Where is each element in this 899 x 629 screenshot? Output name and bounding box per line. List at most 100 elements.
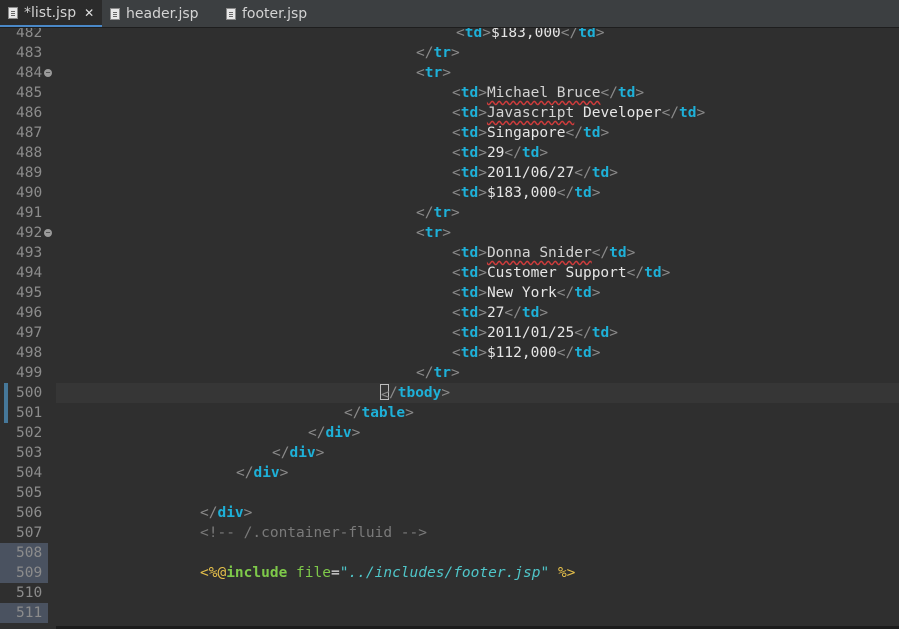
code-text[interactable]: <td>2011/01/25</td>	[56, 323, 899, 343]
code-line[interactable]: 493 <td>Donna Snider</td>	[0, 243, 899, 263]
code-line[interactable]: 506 </div>	[0, 503, 899, 523]
code-text[interactable]: </div>	[56, 503, 899, 523]
code-line[interactable]: 511	[0, 603, 899, 623]
line-number-gutter[interactable]: 482	[0, 28, 48, 43]
line-number-gutter[interactable]: 485	[0, 83, 48, 103]
line-number-gutter[interactable]: 490	[0, 183, 48, 203]
code-text[interactable]	[56, 483, 899, 503]
code-text[interactable]: <tr>	[56, 63, 899, 83]
code-text[interactable]: <tr>	[56, 223, 899, 243]
code-line[interactable]: 498 <td>$112,000</td>	[0, 343, 899, 363]
line-number-gutter[interactable]: 494	[0, 263, 48, 283]
code-line[interactable]: 492− <tr>	[0, 223, 899, 243]
code-text[interactable]: </div>	[56, 463, 899, 483]
line-number-gutter[interactable]: 488	[0, 143, 48, 163]
fold-toggle-icon[interactable]: −	[44, 69, 52, 77]
line-number-gutter[interactable]: 486	[0, 103, 48, 123]
line-number-gutter[interactable]: 487	[0, 123, 48, 143]
code-text[interactable]	[56, 603, 899, 623]
line-number-gutter[interactable]: 511	[0, 603, 48, 623]
code-line[interactable]: 488 <td>29</td>	[0, 143, 899, 163]
line-number-gutter[interactable]: 502	[0, 423, 48, 443]
code-line[interactable]: 502 </div>	[0, 423, 899, 443]
code-line[interactable]: 500 </tbody>	[0, 383, 899, 403]
code-line[interactable]: 483 </tr>	[0, 43, 899, 63]
code-line[interactable]: 507 <!-- /.container-fluid -->	[0, 523, 899, 543]
line-number-gutter[interactable]: 505	[0, 483, 48, 503]
line-number-gutter[interactable]: 500	[0, 383, 48, 403]
code-line[interactable]: 504 </div>	[0, 463, 899, 483]
code-line[interactable]: 486 <td>Javascript Developer</td>	[0, 103, 899, 123]
code-line[interactable]: 484− <tr>	[0, 63, 899, 83]
line-number-gutter[interactable]: 497	[0, 323, 48, 343]
code-text[interactable]: <%@include file="../includes/footer.jsp"…	[56, 563, 899, 583]
code-text[interactable]: </tbody>	[56, 383, 899, 403]
code-text[interactable]: <td>Donna Snider</td>	[56, 243, 899, 263]
line-number: 501	[16, 405, 43, 421]
code-text[interactable]	[56, 543, 899, 563]
code-text[interactable]: <!-- /.container-fluid -->	[56, 523, 899, 543]
line-number-gutter[interactable]: 501	[0, 403, 48, 423]
code-text[interactable]: </table>	[56, 403, 899, 423]
code-text[interactable]: </div>	[56, 423, 899, 443]
code-text[interactable]: <td>New York</td>	[56, 283, 899, 303]
code-text[interactable]: <td>Michael Bruce</td>	[56, 83, 899, 103]
code-line[interactable]: 510	[0, 583, 899, 603]
code-line[interactable]: 495 <td>New York</td>	[0, 283, 899, 303]
code-text[interactable]: <td>Singapore</td>	[56, 123, 899, 143]
code-line[interactable]: 485 <td>Michael Bruce</td>	[0, 83, 899, 103]
code-text[interactable]: </div>	[56, 443, 899, 463]
tab-footer-jsp[interactable]: footer.jsp	[218, 0, 328, 27]
code-line[interactable]: 509 <%@include file="../includes/footer.j…	[0, 563, 899, 583]
line-number-gutter[interactable]: 509	[0, 563, 48, 583]
line-number-gutter[interactable]: 493	[0, 243, 48, 263]
line-number-gutter[interactable]: 504	[0, 463, 48, 483]
line-number-gutter[interactable]: 495	[0, 283, 48, 303]
code-line[interactable]: 496 <td>27</td>	[0, 303, 899, 323]
line-number-gutter[interactable]: 489	[0, 163, 48, 183]
code-text[interactable]: <td>$112,000</td>	[56, 343, 899, 363]
line-number-gutter[interactable]: 503	[0, 443, 48, 463]
line-number-gutter[interactable]: 491	[0, 203, 48, 223]
code-line[interactable]: 491 </tr>	[0, 203, 899, 223]
code-line[interactable]: 497 <td>2011/01/25</td>	[0, 323, 899, 343]
line-number-gutter[interactable]: 510	[0, 583, 48, 603]
code-text[interactable]: <td>27</td>	[56, 303, 899, 323]
code-text[interactable]: <td>$183,000</td>	[56, 183, 899, 203]
code-line[interactable]: 508	[0, 543, 899, 563]
code-editor[interactable]: 482 <td>$183,000</td> 483 </tr> 484− <tr> 485 <…	[0, 28, 899, 629]
tab-list-jsp[interactable]: *list.jsp ✕	[0, 0, 102, 27]
code-line[interactable]: 487 <td>Singapore</td>	[0, 123, 899, 143]
code-text[interactable]: </tr>	[56, 43, 899, 63]
code-text[interactable]: </tr>	[56, 363, 899, 383]
code-line[interactable]: 505	[0, 483, 899, 503]
line-number-gutter[interactable]: 483	[0, 43, 48, 63]
close-icon[interactable]: ✕	[84, 6, 94, 20]
code-text[interactable]: <td>29</td>	[56, 143, 899, 163]
line-number-gutter[interactable]: 492−	[0, 223, 52, 243]
code-line[interactable]: 501 </table>	[0, 403, 899, 423]
code-line[interactable]: 503 </div>	[0, 443, 899, 463]
code-text[interactable]: </tr>	[56, 203, 899, 223]
line-number-gutter[interactable]: 506	[0, 503, 48, 523]
code-token: td	[617, 85, 636, 101]
line-number-gutter[interactable]: 498	[0, 343, 48, 363]
fold-toggle-icon[interactable]: −	[44, 229, 52, 237]
code-line[interactable]: 489 <td>2011/06/27</td>	[0, 163, 899, 183]
line-number-gutter[interactable]: 496	[0, 303, 48, 323]
code-text[interactable]	[56, 583, 899, 603]
code-text[interactable]: <td>Javascript Developer</td>	[56, 103, 899, 123]
line-number-gutter[interactable]: 508	[0, 543, 48, 563]
line-number: 497	[16, 325, 43, 341]
code-line[interactable]: 482 <td>$183,000</td>	[0, 28, 899, 43]
tab-header-jsp[interactable]: header.jsp	[102, 0, 218, 27]
code-line[interactable]: 490 <td>$183,000</td>	[0, 183, 899, 203]
code-line[interactable]: 499 </tr>	[0, 363, 899, 383]
line-number-gutter[interactable]: 499	[0, 363, 48, 383]
code-text[interactable]: <td>$183,000</td>	[56, 28, 899, 43]
line-number-gutter[interactable]: 507	[0, 523, 48, 543]
code-text[interactable]: <td>2011/06/27</td>	[56, 163, 899, 183]
code-line[interactable]: 494 <td>Customer Support</td>	[0, 263, 899, 283]
code-text[interactable]: <td>Customer Support</td>	[56, 263, 899, 283]
line-number-gutter[interactable]: 484−	[0, 63, 52, 83]
